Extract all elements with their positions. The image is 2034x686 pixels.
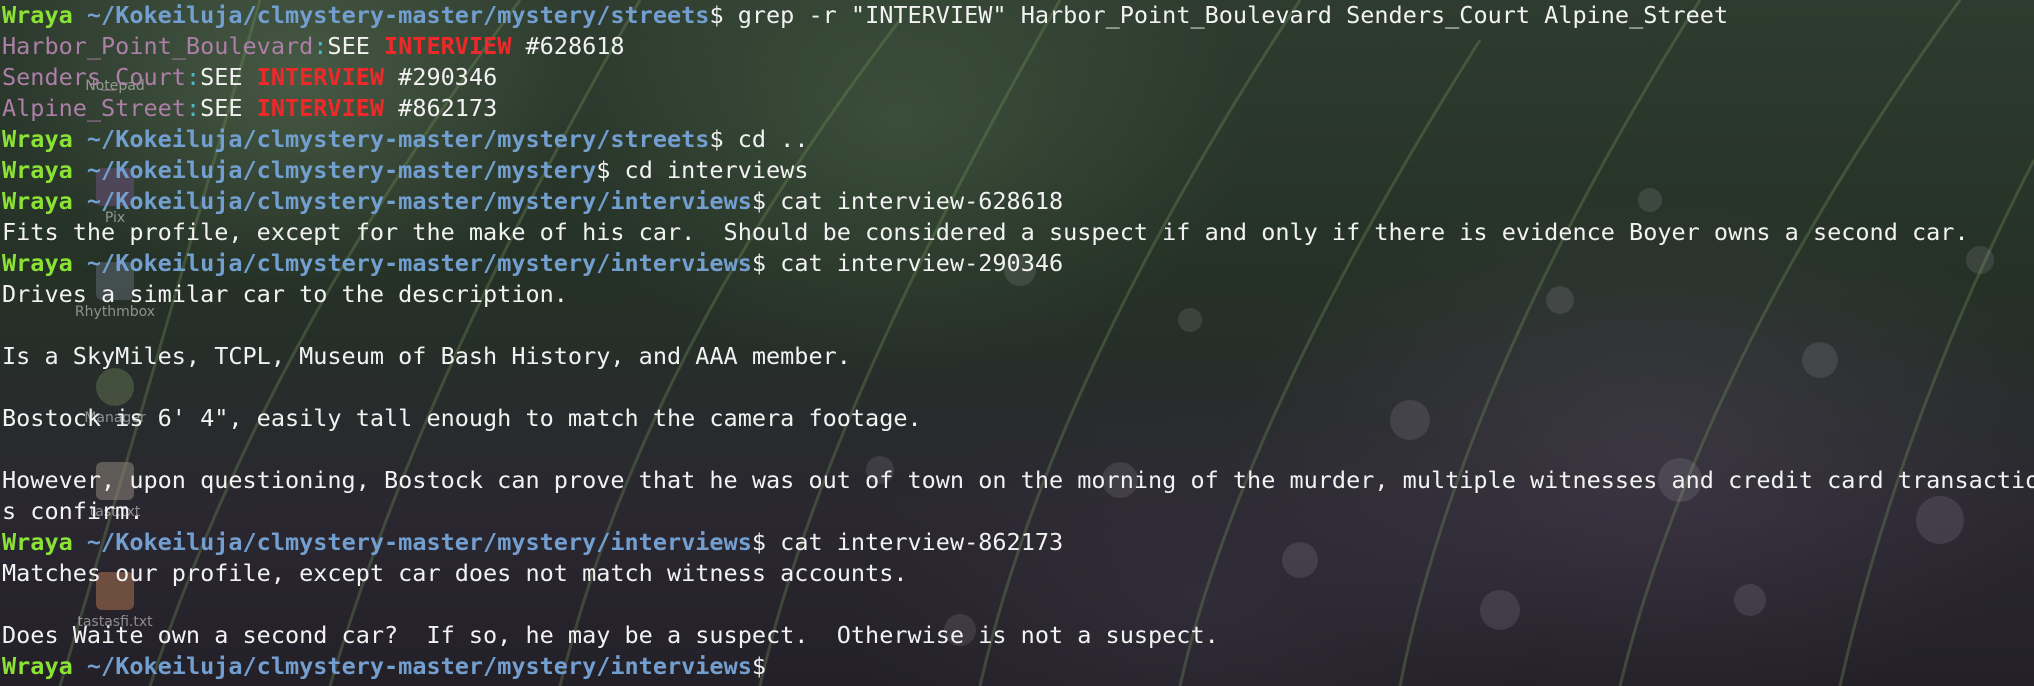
output-line: Bostock is 6' 4", easily tall enough to …: [2, 404, 922, 432]
prompt-line: Wraya ~/Kokeiluja/clmystery-master/myste…: [2, 0, 2034, 31]
grep-separator: :: [185, 63, 201, 91]
output-line: Matches our profile, except car does not…: [2, 559, 908, 587]
output-line: Drives a similar car to the description.: [2, 280, 568, 308]
prompt-user: Wraya: [2, 125, 73, 153]
prompt-line: Wraya ~/Kokeiluja/clmystery-master/myste…: [2, 248, 2034, 279]
grep-text: #290346: [384, 63, 498, 91]
command-text: $ cd interviews: [596, 156, 809, 184]
prompt-user: Wraya: [2, 249, 73, 277]
command-text: $ cat interview-862173: [751, 528, 1064, 556]
grep-text: SEE: [200, 63, 257, 91]
output-line: Fits the profile, except for the make of…: [2, 218, 1969, 246]
prompt-line: Wraya ~/Kokeiluja/clmystery-master/myste…: [2, 527, 2034, 558]
prompt-path: ~/Kokeiluja/clmystery-master/mystery/str…: [86, 125, 710, 153]
grep-filename: Alpine_Street: [2, 94, 186, 122]
command-text: $ cat interview-628618: [751, 187, 1064, 215]
command-text: $ cd ..: [709, 125, 809, 153]
grep-text: #628618: [511, 32, 625, 60]
command-text: $: [751, 652, 767, 680]
prompt-user: Wraya: [2, 652, 73, 680]
prompt-user: Wraya: [2, 528, 73, 556]
grep-text: #862173: [384, 94, 498, 122]
output-line: However, upon questioning, Bostock can p…: [2, 466, 2034, 494]
command-text: $ grep -r "INTERVIEW" Harbor_Point_Boule…: [709, 1, 1729, 29]
grep-filename: Harbor_Point_Boulevard: [2, 32, 314, 60]
terminal-output[interactable]: Wraya ~/Kokeiluja/clmystery-master/myste…: [2, 0, 2034, 686]
grep-match: INTERVIEW: [256, 94, 385, 122]
grep-filename: Senders_Court: [2, 63, 186, 91]
prompt-path: ~/Kokeiluja/clmystery-master/mystery/str…: [86, 1, 710, 29]
prompt-line: Wraya ~/Kokeiluja/clmystery-master/myste…: [2, 155, 2034, 186]
output-line: Does Waite own a second car? If so, he m…: [2, 621, 1219, 649]
grep-result-line: Senders_Court:SEE INTERVIEW #290346: [2, 62, 2034, 93]
prompt-user: Wraya: [2, 1, 73, 29]
grep-text: SEE: [327, 32, 385, 60]
prompt-line: Wraya ~/Kokeiluja/clmystery-master/myste…: [2, 124, 2034, 155]
grep-text: SEE: [200, 94, 257, 122]
prompt-line: Wraya ~/Kokeiluja/clmystery-master/myste…: [2, 651, 2034, 682]
grep-match: INTERVIEW: [256, 63, 385, 91]
prompt-path: ~/Kokeiluja/clmystery-master/mystery/int…: [86, 528, 752, 556]
command-text: $ cat interview-290346: [751, 249, 1064, 277]
output-line: Is a SkyMiles, TCPL, Museum of Bash Hist…: [2, 342, 851, 370]
prompt-user: Wraya: [2, 156, 73, 184]
grep-separator: :: [185, 94, 201, 122]
prompt-path: ~/Kokeiluja/clmystery-master/mystery/int…: [86, 249, 752, 277]
grep-result-line: Harbor_Point_Boulevard:SEE INTERVIEW #62…: [2, 31, 2034, 62]
grep-match: INTERVIEW: [384, 32, 512, 60]
prompt-user: Wraya: [2, 187, 73, 215]
prompt-path: ~/Kokeiluja/clmystery-master/mystery/int…: [86, 652, 752, 680]
output-line: s confirm.: [2, 497, 144, 525]
prompt-path: ~/Kokeiluja/clmystery-master/mystery: [86, 156, 597, 184]
prompt-path: ~/Kokeiluja/clmystery-master/mystery/int…: [86, 187, 752, 215]
grep-result-line: Alpine_Street:SEE INTERVIEW #862173: [2, 93, 2034, 124]
grep-separator: :: [313, 32, 328, 60]
prompt-line: Wraya ~/Kokeiluja/clmystery-master/myste…: [2, 186, 2034, 217]
